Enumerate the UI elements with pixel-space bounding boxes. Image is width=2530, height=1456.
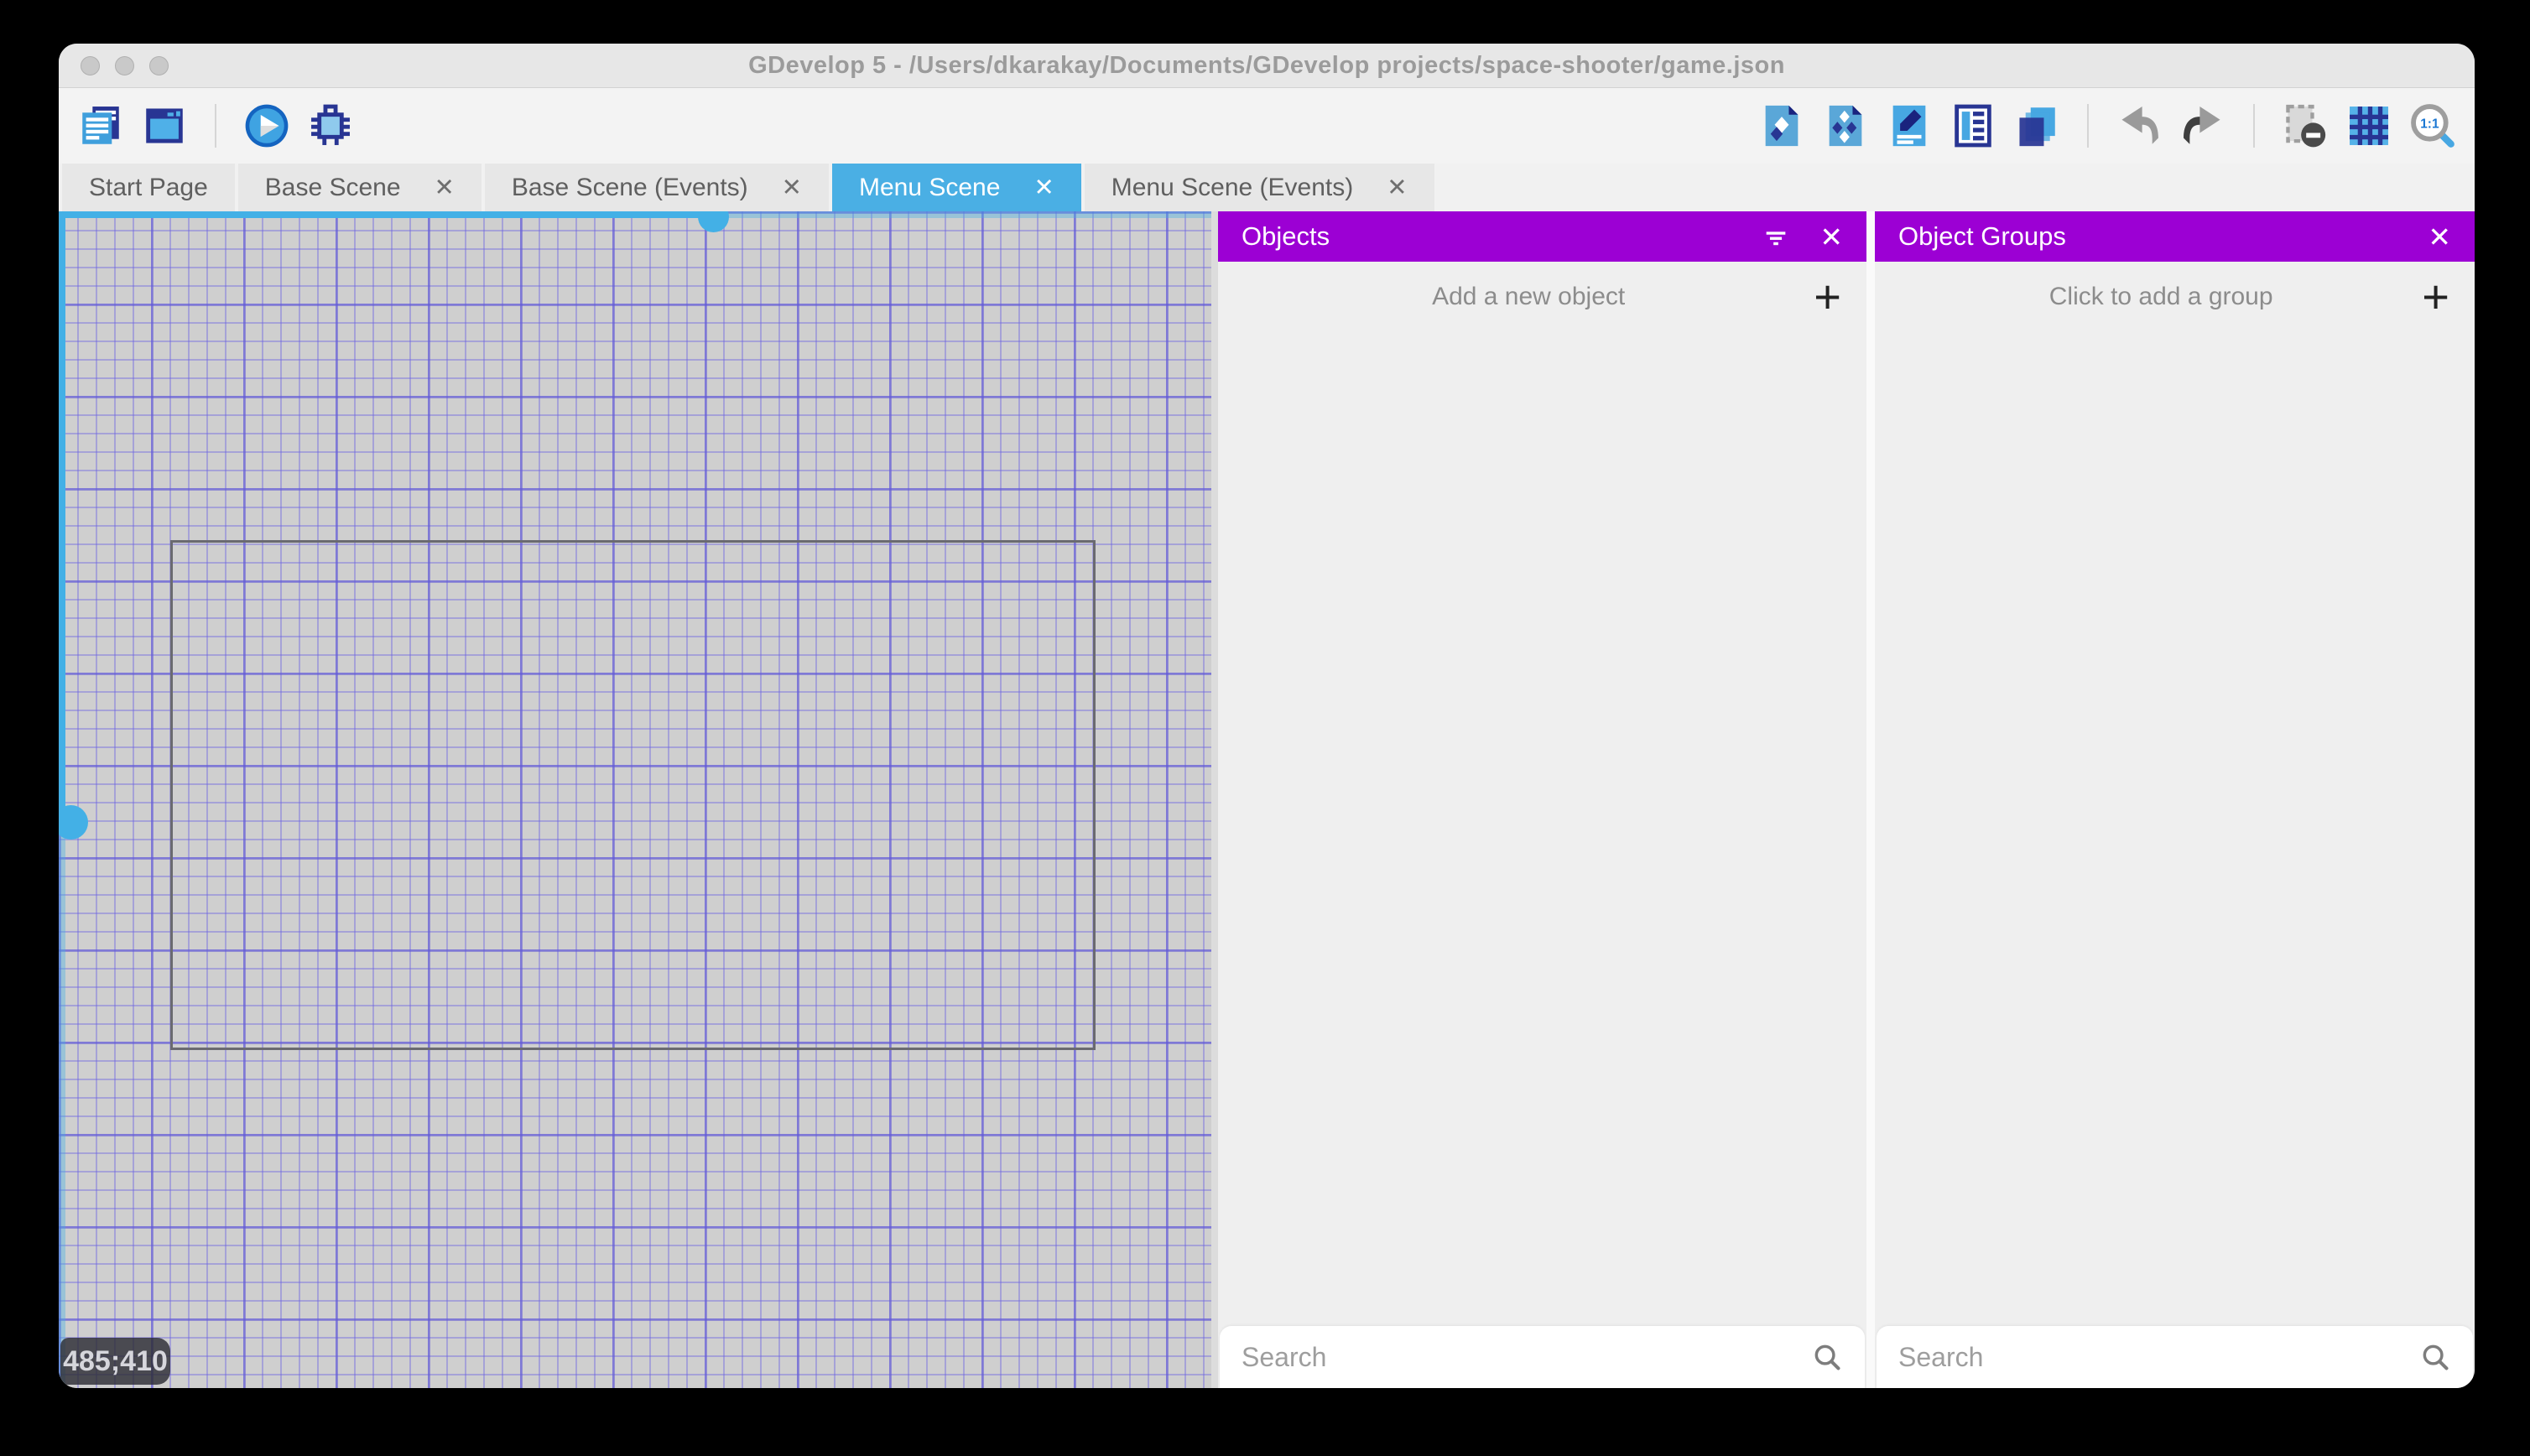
object-groups-panel-title: Object Groups [1898,221,2066,251]
window-title: GDevelop 5 - /Users/dkarakay/Documents/G… [748,51,1785,79]
panel-gap [1866,211,1875,1388]
vertical-scroll-thumb[interactable] [59,805,88,840]
close-icon[interactable]: ✕ [1033,173,1054,202]
traffic-lights [81,56,169,75]
object-groups-panel-header: Object Groups ✕ [1875,211,2475,262]
minimize-window-button[interactable] [115,56,134,75]
horizontal-scroll-thumb[interactable] [698,211,729,232]
groups-list-empty [1875,332,2475,1326]
objects-panel-title: Objects [1242,221,1330,251]
add-group-label: Click to add a group [2048,283,2273,310]
tab-menu-scene[interactable]: Menu Scene ✕ [831,164,1081,211]
tabbar: Start Page Base Scene ✕ Base Scene (Even… [59,164,2475,211]
cursor-coordinates: 485;410 [60,1338,170,1385]
objects-panel-icon[interactable] [1755,99,1809,153]
canvas-panel-divider[interactable] [1211,211,1218,1388]
tab-label: Base Scene (Events) [511,173,748,201]
objects-panel: Objects ✕ Add a new object + [1218,211,1866,1388]
tab-base-scene[interactable]: Base Scene ✕ [237,164,482,211]
game-window-frame [170,540,1096,1050]
toolbar: 1:1 [59,88,2475,164]
zoom-1-1-icon[interactable]: 1:1 [2406,99,2460,153]
horizontal-scrollbar-track[interactable] [713,211,1211,218]
tab-label: Menu Scene (Events) [1111,173,1354,201]
tab-label: Start Page [89,173,208,201]
layers-panel-icon[interactable] [2010,99,2064,153]
scene-canvas[interactable]: 485;410 [59,211,1211,1388]
close-icon[interactable]: ✕ [2428,221,2451,253]
close-icon[interactable]: ✕ [1387,173,1407,202]
objects-search-bar [1220,1326,1865,1388]
main-content: 485;410 Objects ✕ Add a new object + Sea… [59,211,2475,1388]
object-groups-panel: Object Groups ✕ Click to add a group + [1875,211,2475,1388]
tab-menu-scene-events[interactable]: Menu Scene (Events) ✕ [1084,164,1434,211]
close-icon[interactable]: ✕ [782,173,802,202]
objects-list-empty [1218,332,1866,1326]
search-icon[interactable] [1811,1341,1843,1373]
instances-list-panel-icon[interactable] [1946,99,2000,153]
undo-icon[interactable] [2112,99,2166,153]
titlebar: GDevelop 5 - /Users/dkarakay/Documents/G… [59,44,2475,88]
close-window-button[interactable] [81,56,100,75]
hide-instances-icon[interactable] [2278,99,2332,153]
plus-icon[interactable]: + [2422,273,2449,320]
tab-label: Menu Scene [858,173,1001,201]
project-manager-icon[interactable] [74,99,128,153]
redo-icon[interactable] [2176,99,2230,153]
close-icon[interactable]: ✕ [435,173,455,202]
groups-search-input[interactable] [1898,1341,2419,1373]
zoom-window-button[interactable] [149,56,169,75]
object-groups-panel-icon[interactable] [1819,99,1872,153]
toolbar-separator [2087,104,2089,148]
svg-text:1:1: 1:1 [2420,117,2439,131]
debug-icon[interactable] [304,99,357,153]
toolbar-right-group: 1:1 [1755,99,2460,153]
preview-play-icon[interactable] [240,99,294,153]
vertical-scrollbar-track[interactable] [59,823,65,1388]
tab-label: Base Scene [264,173,401,201]
toolbar-left-group [74,99,357,153]
objects-search-input[interactable] [1242,1341,1811,1373]
plus-icon[interactable]: + [1814,273,1841,320]
tab-base-scene-events[interactable]: Base Scene (Events) ✕ [484,164,829,211]
objects-panel-header: Objects ✕ [1218,211,1866,262]
add-object-row[interactable]: Add a new object + [1218,262,1866,332]
add-group-row[interactable]: Click to add a group + [1875,262,2475,332]
search-icon[interactable] [2419,1341,2451,1373]
toggle-grid-icon[interactable] [2342,99,2396,153]
horizontal-scrollbar[interactable] [59,211,713,218]
scene-window-icon[interactable] [138,99,191,153]
groups-search-bar [1877,1326,2473,1388]
close-icon[interactable]: ✕ [1819,221,1843,253]
tab-start-page[interactable]: Start Page [62,164,235,211]
add-object-label: Add a new object [1432,283,1626,310]
toolbar-separator [215,104,216,148]
gdevelop-window: GDevelop 5 - /Users/dkarakay/Documents/G… [59,44,2475,1388]
properties-panel-icon[interactable] [1882,99,1936,153]
toolbar-separator [2253,104,2255,148]
vertical-scrollbar[interactable] [59,211,65,823]
filter-icon[interactable] [1756,216,1796,257]
